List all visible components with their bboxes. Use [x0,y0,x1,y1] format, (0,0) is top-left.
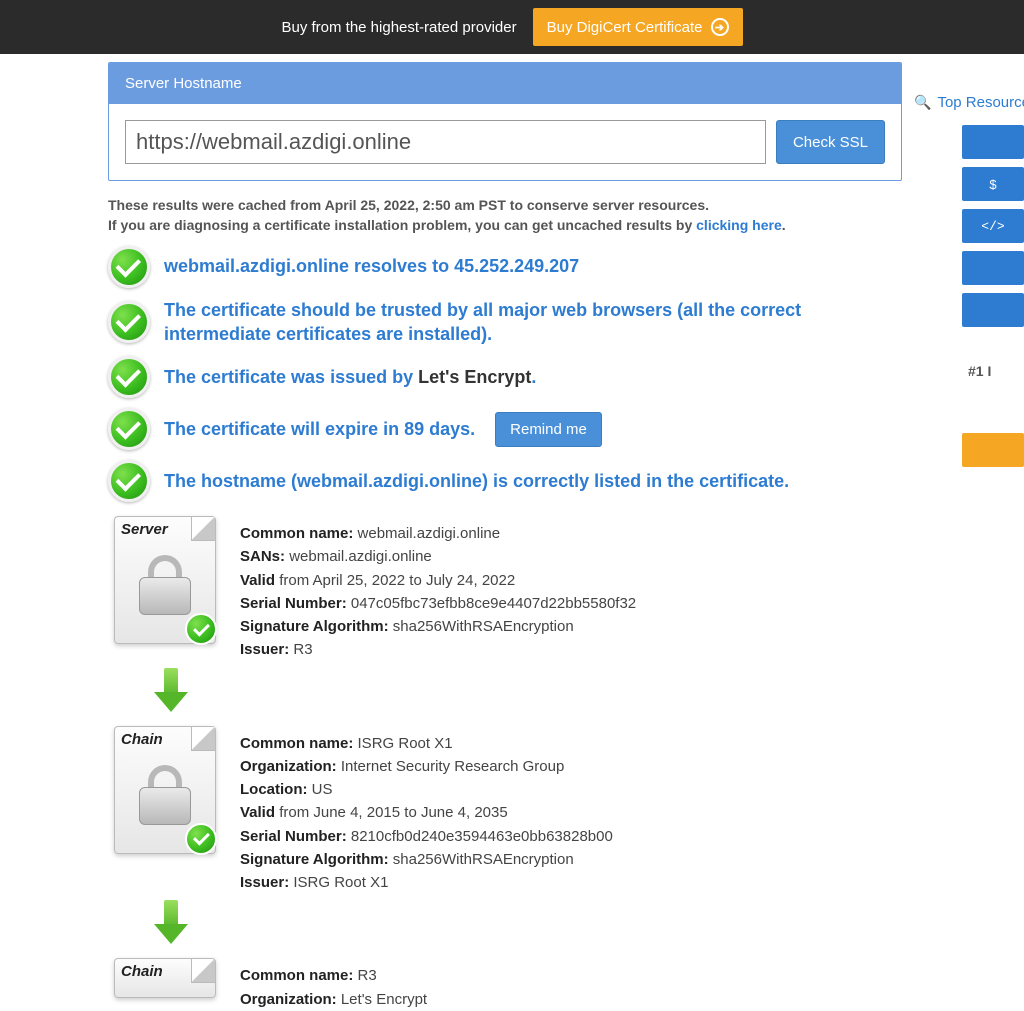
uncached-link[interactable]: clicking here [696,217,782,233]
page-fold-icon [191,727,215,751]
status-expiry: The certificate will expire in 89 days. … [108,408,902,450]
cert-chain-1: Chain Common name: ISRG Root X1 Organiza… [114,726,902,895]
status-trusted: The certificate should be trusted by all… [108,298,902,347]
sidebar-item-2[interactable]: </> [962,209,1024,243]
cert-details: Common name: webmail.azdigi.online SANs:… [240,516,636,662]
chain-cert-icon: Chain [114,726,216,854]
check-ssl-button[interactable]: Check SSL [776,120,885,164]
check-icon [108,356,150,398]
hostname-input[interactable] [125,120,766,164]
lock-icon [139,555,191,615]
chain-cert-icon: Chain [114,958,216,998]
down-arrow-icon [154,668,188,712]
remind-me-button[interactable]: Remind me [495,412,602,447]
main-content: Server Hostname Check SSL These results … [0,62,914,1011]
buy-certificate-button[interactable]: Buy DigiCert Certificate ➔ [533,8,743,46]
cache-note: These results were cached from April 25,… [108,195,902,236]
top-promo-bar: Buy from the highest-rated provider Buy … [0,0,1024,54]
status-resolves: webmail.azdigi.online resolves to 45.252… [108,246,902,288]
check-icon [108,408,150,450]
arrow-right-circle-icon: ➔ [711,18,729,36]
page-fold-icon [191,517,215,541]
lock-icon [139,765,191,825]
check-icon [108,460,150,502]
sidebar: 🔍 Top Resources $ </> #1 I [914,62,1024,1011]
sidebar-item-3[interactable] [962,251,1024,285]
rank-label: #1 I [968,363,1024,379]
hostname-card: Server Hostname Check SSL [108,62,902,181]
check-badge-icon [185,823,217,855]
cert-details: Common name: R3 Organization: Let's Encr… [240,958,427,1011]
card-header: Server Hostname [109,63,901,104]
cert-server: Server Common name: webmail.azdigi.onlin… [114,516,902,662]
cert-details: Common name: ISRG Root X1 Organization: … [240,726,613,895]
sidebar-heading: 🔍 Top Resources [914,94,1024,111]
sidebar-item-1[interactable]: $ [962,167,1024,201]
cert-chain-2: Chain Common name: R3 Organization: Let'… [114,958,902,1011]
sidebar-item-4[interactable] [962,293,1024,327]
check-icon [108,246,150,288]
check-icon [108,301,150,343]
check-badge-icon [185,613,217,645]
page-fold-icon [191,959,215,983]
status-issuer: The certificate was issued by Let's Encr… [108,356,902,398]
sidebar-cta-button[interactable] [962,433,1024,467]
down-arrow-icon [154,900,188,944]
status-hostname-match: The hostname (webmail.azdigi.online) is … [108,460,902,502]
search-icon: 🔍 [914,94,931,111]
sidebar-item-0[interactable] [962,125,1024,159]
promo-text: Buy from the highest-rated provider [281,19,516,36]
server-cert-icon: Server [114,516,216,644]
